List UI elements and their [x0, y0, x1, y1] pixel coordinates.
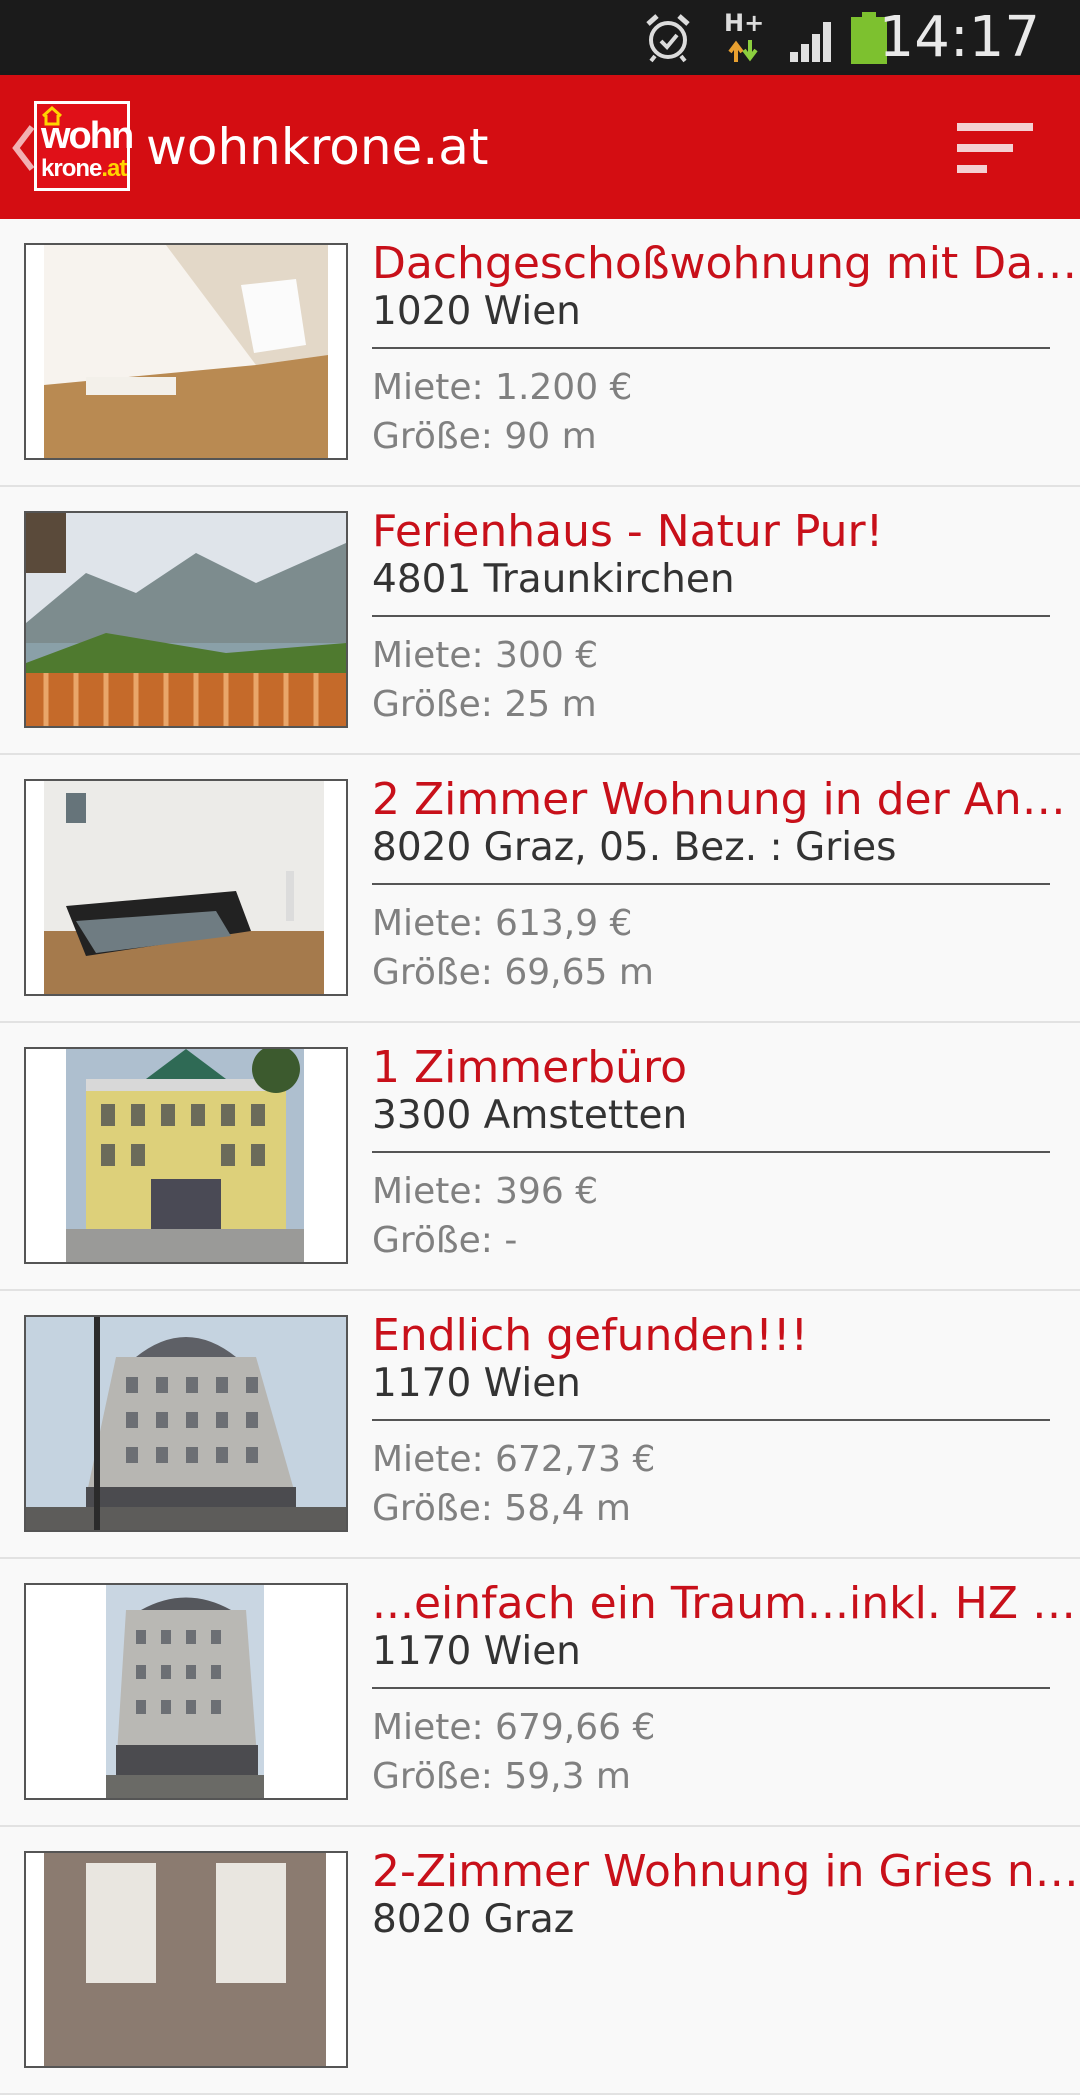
chevron-left-icon[interactable] [10, 123, 36, 173]
divider [372, 1151, 1050, 1153]
listing-rent: Miete: 1.200 € [372, 367, 633, 408]
listing-location: 1020 Wien [372, 289, 581, 334]
sort-menu-icon[interactable] [955, 121, 1035, 175]
signal-icon [790, 22, 831, 62]
listing-size: Größe: 69,65 m [372, 952, 654, 993]
listing-size: Größe: 25 m [372, 684, 597, 725]
listing-size: Größe: - [372, 1220, 518, 1261]
building-portrait-photo [26, 1585, 346, 1798]
divider [372, 1687, 1050, 1689]
listing-size: Größe: 90 m [372, 416, 597, 457]
divider [372, 347, 1050, 349]
logo-text-at: .at [101, 155, 127, 182]
listing-item[interactable]: Ferienhaus - Natur Pur! 4801 Traunkirche… [0, 487, 1080, 755]
listing-item[interactable]: ...einfach ein Traum...inkl. HZ u… 1170 … [0, 1559, 1080, 1827]
listing-rent: Miete: 672,73 € [372, 1439, 656, 1480]
status-bar: H+ 14:17 [0, 0, 1080, 75]
listing-location: 1170 Wien [372, 1629, 581, 1674]
listing-size: Größe: 58,4 m [372, 1488, 631, 1529]
listing-thumbnail [24, 1583, 348, 1800]
office-building-photo [26, 1049, 346, 1262]
attic-room-photo [26, 245, 346, 458]
listing-thumbnail [24, 511, 348, 728]
lake-mountain-photo [26, 513, 346, 726]
listing-size: Größe: 59,3 m [372, 1756, 631, 1797]
app-bar: wohn krone.at wohnkrone.at [0, 75, 1080, 219]
listing-thumbnail [24, 779, 348, 996]
listing-rent: Miete: 613,9 € [372, 903, 633, 944]
listing-thumbnail [24, 1851, 348, 2068]
divider [372, 615, 1050, 617]
listing-location: 1170 Wien [372, 1361, 581, 1406]
alarm-icon [646, 14, 690, 63]
app-logo[interactable]: wohn krone.at [34, 101, 134, 191]
app-title: wohnkrone.at [146, 118, 489, 176]
listing-item[interactable]: Dachgeschoßwohnung mit Dac… 1020 Wien Mi… [0, 219, 1080, 487]
listing-location: 8020 Graz, 05. Bez. : Gries [372, 825, 897, 870]
listing-location: 4801 Traunkirchen [372, 557, 735, 602]
listing-rent: Miete: 300 € [372, 635, 599, 676]
listing-location: 8020 Graz [372, 1897, 575, 1942]
divider [372, 1419, 1050, 1421]
logo-text-bottom: krone.at [41, 155, 127, 182]
network-label: H+ [724, 9, 765, 37]
logo-text-krone: krone [41, 155, 102, 182]
corner-building-photo [26, 1317, 346, 1530]
listing-list: Dachgeschoßwohnung mit Dac… 1020 Wien Mi… [0, 219, 1080, 2095]
listing-thumbnail [24, 1047, 348, 1264]
listing-thumbnail [24, 243, 348, 460]
listing-item[interactable]: 1 Zimmerbüro 3300 Amstetten Miete: 396 €… [0, 1023, 1080, 1291]
listing-thumbnail [24, 1315, 348, 1532]
clock: 14:17 [878, 5, 1040, 70]
listing-item[interactable]: 2-Zimmer Wohnung in Gries na… 8020 Graz [0, 1827, 1080, 2095]
interior-window-photo [26, 1853, 346, 2066]
listing-rent: Miete: 396 € [372, 1171, 599, 1212]
data-arrows-icon [728, 40, 758, 62]
listing-item[interactable]: Endlich gefunden!!! 1170 Wien Miete: 672… [0, 1291, 1080, 1559]
logo-background: wohn krone.at [37, 104, 134, 188]
listing-item[interactable]: 2 Zimmer Wohnung in der Anne… 8020 Graz,… [0, 755, 1080, 1023]
divider [372, 883, 1050, 885]
bedroom-photo [26, 781, 346, 994]
network-hplus-icon: H+ [720, 10, 764, 66]
logo-text-top: wohn [41, 115, 134, 157]
listing-location: 3300 Amstetten [372, 1093, 688, 1138]
listing-rent: Miete: 679,66 € [372, 1707, 656, 1748]
